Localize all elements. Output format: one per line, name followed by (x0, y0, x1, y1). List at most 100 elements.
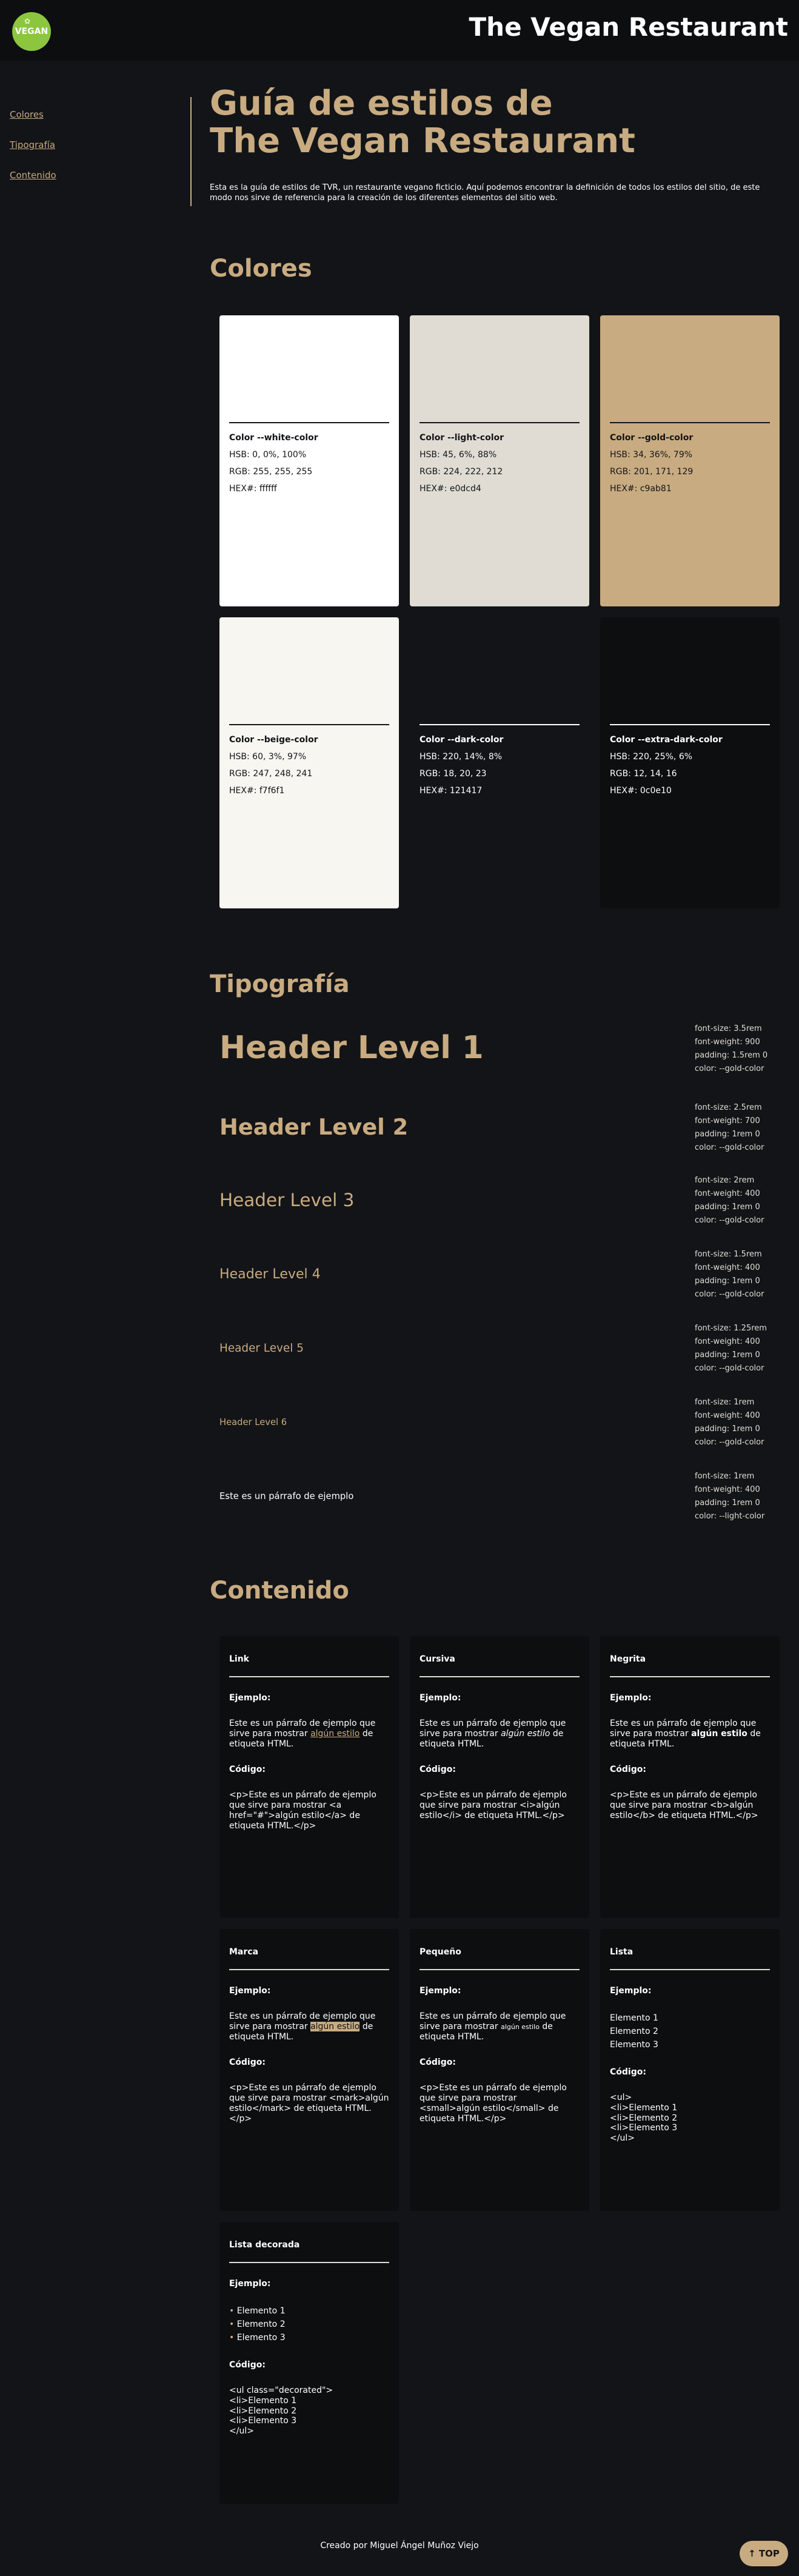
typography-spec: font-size: 3.5rem font-weight: 900 padding… (695, 1022, 780, 1076)
spec-size: font-size: 3.5rem (695, 1024, 762, 1033)
typography-spec: font-size: 1rem font-weight: 400 padding: … (695, 1396, 780, 1449)
code-snippet: <p>Este es un párrafo de ejemplo que sir… (229, 1790, 379, 1831)
swatch-divider (420, 724, 580, 725)
example-label: Ejemplo: (420, 1693, 461, 1703)
swatch-hsb: HSB: 45, 6%, 88% (420, 450, 497, 460)
spec-color: color: --gold-color (695, 1064, 764, 1073)
code-snippet: <ul class="decorated"> <li>Elemento 1 <l… (229, 2386, 333, 2437)
card-title: Negrita (610, 1654, 770, 1677)
code-label: Código: (610, 2067, 646, 2077)
typography-row: Header Level 5 font-size: 1.25rem font-wei… (219, 1322, 780, 1377)
content-card: Lista decoradaEjemplo:Elemento 1Elemento… (219, 2222, 399, 2504)
typography-spec: font-size: 1.5rem font-weight: 400 padding… (695, 1248, 780, 1301)
example-output: Este es un párrafo de ejemplo que sirve … (420, 2011, 580, 2042)
color-swatch-card: Color --beige-color HSB: 60, 3%, 97% RGB: … (219, 617, 399, 908)
code-snippet: <p>Este es un párrafo de ejemplo que sir… (420, 2083, 570, 2124)
typography-spec: font-size: 2rem font-weight: 400 padding: … (695, 1174, 780, 1227)
swatch-hsb: HSB: 34, 36%, 79% (610, 450, 693, 460)
header-level-4-sample: Header Level 4 (219, 1266, 321, 1282)
color-swatch-card: Color --gold-color HSB: 34, 36%, 79% RGB: … (600, 315, 780, 606)
code-snippet: <p>Este es un párrafo de ejemplo que sir… (420, 1790, 570, 1820)
header-level-2-sample: Header Level 2 (219, 1114, 409, 1140)
content-card: Cursiva Ejemplo: Este es un párrafo de eje… (410, 1636, 589, 1918)
back-to-top-button[interactable]: ↑ TOP (740, 2541, 788, 2566)
example-output: Este es un párrafo de ejemplo que sirve … (229, 1719, 389, 1749)
swatch-divider (610, 422, 770, 423)
spec-size: font-size: 1rem (695, 1398, 755, 1407)
spec-color: color: --gold-color (695, 1216, 764, 1225)
swatch-rgb: RGB: 224, 222, 212 (420, 467, 503, 477)
typography-row: Header Level 4 font-size: 1.5rem font-weig… (219, 1248, 780, 1303)
nav-link-colores[interactable]: Colores (10, 109, 56, 120)
vegan-logo[interactable]: ✿ VEGAN (12, 12, 51, 51)
card-title: Lista decorada (229, 2240, 389, 2263)
swatch-name: Color --light-color (420, 433, 504, 443)
example-label: Ejemplo: (229, 1986, 271, 1996)
swatch-rgb: RGB: 12, 14, 16 (610, 769, 677, 779)
nav-link-contenido[interactable]: Contenido (10, 170, 56, 181)
spec-weight: font-weight: 400 (695, 1485, 760, 1494)
hero-divider (190, 97, 192, 206)
example-styled-text[interactable]: algún estilo (310, 1729, 359, 1739)
swatch-hex: HEX#: c9ab81 (610, 484, 672, 494)
example-output: Este es un párrafo de ejemplo que sirve … (420, 1719, 580, 1749)
spec-size: font-size: 1.25rem (695, 1324, 767, 1333)
example-label: Ejemplo: (420, 1986, 461, 1996)
spec-padding: padding: 1rem 0 (695, 1276, 760, 1286)
spec-color: color: --gold-color (695, 1143, 764, 1152)
card-title: Lista (610, 1947, 770, 1970)
spec-weight: font-weight: 400 (695, 1337, 760, 1346)
swatch-divider (229, 422, 389, 423)
nav-link-tipografia[interactable]: Tipografía (10, 139, 56, 150)
swatch-divider (420, 422, 580, 423)
code-snippet: <p>Este es un párrafo de ejemplo que sir… (229, 2083, 392, 2124)
example-output: Este es un párrafo de ejemplo que sirve … (610, 1719, 770, 1749)
sidebar-nav: Colores Tipografía Contenido (10, 109, 56, 200)
spec-weight: font-weight: 400 (695, 1189, 760, 1198)
color-swatch-grid: Color --white-color HSB: 0, 0%, 100% RGB: … (219, 315, 780, 908)
spec-padding: padding: 1rem 0 (695, 1498, 760, 1508)
example-list: Elemento 1Elemento 2Elemento 3 (229, 2304, 389, 2344)
list-item: Elemento 3 (610, 2040, 658, 2050)
typography-row: Header Level 6 font-size: 1rem font-weight… (219, 1396, 780, 1451)
header-level-1-sample: Header Level 1 (219, 1030, 484, 1066)
swatch-rgb: RGB: 18, 20, 23 (420, 769, 487, 779)
spec-padding: padding: 1rem 0 (695, 1424, 760, 1434)
swatch-hex: HEX#: e0dcd4 (420, 484, 481, 494)
swatch-name: Color --gold-color (610, 433, 694, 443)
swatch-hex: HEX#: f7f6f1 (229, 786, 285, 796)
swatch-hex: HEX#: ffffff (229, 484, 277, 494)
code-snippet: <ul> <li>Elemento 1 <li>Elemento 2 <li>E… (610, 2093, 678, 2144)
spec-weight: font-weight: 900 (695, 1038, 760, 1047)
top-bar: ✿ VEGAN The Vegan Restaurant (0, 0, 799, 61)
list-item: Elemento 1 (610, 2013, 658, 2023)
leaf-icon: ✿ (24, 17, 31, 25)
header-level-5-sample: Header Level 5 (219, 1342, 304, 1355)
example-styled-text: algún estilo (310, 2021, 360, 2031)
spec-color: color: --gold-color (695, 1364, 764, 1373)
example-label: Ejemplo: (610, 1693, 652, 1703)
swatch-name: Color --beige-color (229, 735, 318, 745)
page-title-line-1: Guía de estilos de (210, 84, 553, 123)
swatch-hsb: HSB: 220, 14%, 8% (420, 752, 503, 762)
list-item: Elemento 2 (229, 2318, 389, 2331)
code-label: Código: (610, 1765, 646, 1775)
typography-section-title: Tipografía (210, 970, 350, 998)
typography-row: Header Level 1 font-size: 3.5rem font-weig… (219, 1022, 780, 1077)
list-item: Elemento 1 (229, 2304, 389, 2318)
example-styled-text: algún estilo (501, 1728, 550, 1739)
swatch-name: Color --extra-dark-color (610, 735, 723, 745)
typography-row: Header Level 3 font-size: 2rem font-weight… (219, 1174, 780, 1229)
code-label: Código: (229, 1765, 266, 1775)
colors-section-title: Colores (210, 255, 312, 283)
header-level-3-sample: Header Level 3 (219, 1189, 355, 1210)
spec-color: color: --gold-color (695, 1290, 764, 1299)
content-card: Pequeño Ejemplo: Este es un párrafo de eje… (410, 1929, 589, 2211)
content-card: Lista Ejemplo: Elemento 1 Elemento 2 Element… (600, 1929, 780, 2211)
example-list: Elemento 1Elemento 2Elemento 3 (610, 2011, 770, 2051)
spec-padding: padding: 1rem 0 (695, 1202, 760, 1212)
color-swatch-card: Color --extra-dark-color HSB: 220, 25%, 6… (600, 617, 780, 908)
typography-row: Este es un párrafo de ejemplo font-size: … (219, 1470, 780, 1524)
spec-padding: padding: 1rem 0 (695, 1350, 760, 1360)
example-label: Ejemplo: (610, 1986, 652, 1996)
